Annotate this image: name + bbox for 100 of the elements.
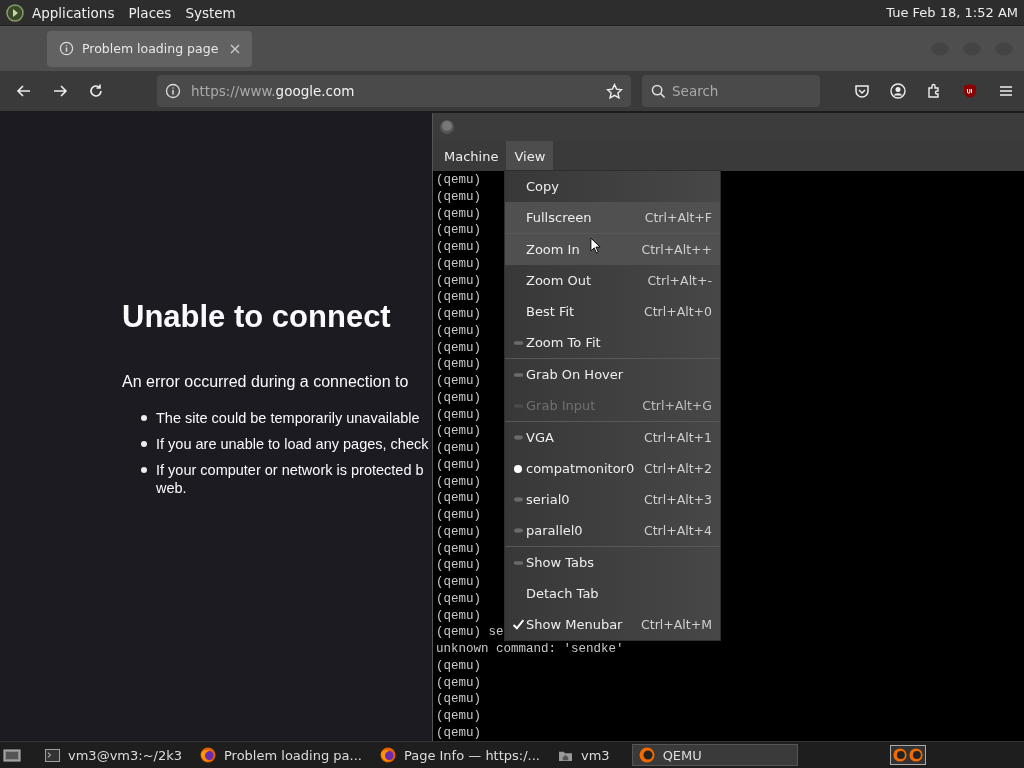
console-line: (qemu) <box>436 407 481 422</box>
console-line: (qemu) <box>436 374 481 388</box>
bullet-icon <box>141 441 147 447</box>
menu-bar-item[interactable]: View <box>506 141 554 171</box>
console-line: (qemu) <box>436 575 481 589</box>
menu-bar-item[interactable]: Machine <box>436 141 507 171</box>
qemu-icon <box>893 748 907 762</box>
shortcut-text: Ctrl+Alt+- <box>647 273 712 288</box>
logo-icon[interactable] <box>6 3 24 22</box>
shortcut-text: Ctrl+Alt+M <box>641 617 712 632</box>
search-field[interactable]: Search <box>642 75 820 107</box>
console-line: (qemu) <box>436 709 481 723</box>
window-menu-icon[interactable] <box>439 119 455 135</box>
bullet-icon <box>141 415 147 421</box>
bullet-text: If your computer or network is protected b web. <box>156 461 424 497</box>
show-desktop-icon[interactable] <box>3 747 21 763</box>
menu-item[interactable]: parallel0 Ctrl+Alt+4 <box>505 515 720 546</box>
back-icon[interactable] <box>16 83 32 99</box>
close-icon[interactable] <box>230 43 240 54</box>
console-line: (qemu) <box>436 474 481 489</box>
clock[interactable]: Tue Feb 18, 1:52 AM <box>886 5 1018 20</box>
console-line: (qemu) <box>436 390 481 405</box>
console-line: (qemu) <box>436 223 481 238</box>
console-line: (qemu) <box>436 323 481 338</box>
shortcut-text: Ctrl+Alt+4 <box>643 523 712 538</box>
console-line: (qemu) <box>436 441 481 455</box>
address-bar[interactable]: https://www.google.com <box>157 75 631 107</box>
menu-item[interactable]: serial0 Ctrl+Alt+3 <box>505 484 720 515</box>
shortcut-text: Ctrl+Alt++ <box>641 242 712 257</box>
console-line: (qemu) <box>436 256 481 271</box>
shortcut-text: Ctrl+Alt+G <box>642 398 712 413</box>
url-text: https://www.google.com <box>191 83 355 99</box>
bullet-text: The site could be temporarily unavailable <box>156 409 420 427</box>
menu-item[interactable]: compatmonitor0 Ctrl+Alt+2 <box>505 453 720 484</box>
menu-item[interactable]: Zoom Out Ctrl+Alt+- <box>505 265 720 296</box>
console-line: (qemu) <box>436 457 481 472</box>
panel-menu[interactable]: Places <box>128 4 172 21</box>
taskbar-item[interactable]: QEMU <box>631 744 798 766</box>
menu-item[interactable]: Copy <box>505 171 720 202</box>
console-line: (qemu) <box>436 692 481 707</box>
console-line: (qemu) <box>436 340 481 355</box>
puzzle-icon[interactable] <box>926 83 942 99</box>
account-icon[interactable] <box>890 83 906 99</box>
taskbar-item[interactable]: Page Info — https:/... <box>373 744 546 766</box>
info-icon <box>59 41 74 56</box>
qemu-icon <box>638 747 655 763</box>
info-icon[interactable] <box>165 83 181 99</box>
console-line: (qemu) <box>436 189 481 204</box>
firefox-icon <box>379 747 396 763</box>
shortcut-text: Ctrl+Alt+F <box>644 210 712 225</box>
console-line: (qemu) <box>436 558 481 573</box>
star-icon[interactable] <box>606 82 623 100</box>
taskbar-item[interactable]: vm3@vm3:~/2k3 <box>39 744 188 766</box>
shortcut-text: Ctrl+Alt+3 <box>643 492 712 507</box>
console-line: (qemu) <box>436 608 481 623</box>
console-line: (qemu) <box>436 508 481 522</box>
panel-menu[interactable]: System <box>185 4 236 21</box>
shield-icon[interactable] <box>962 83 978 99</box>
search-icon <box>651 84 666 99</box>
qemu-icon <box>909 748 923 762</box>
bullet-text: If you are unable to load any pages, check <box>156 435 429 453</box>
console-line: (qemu) <box>436 307 481 321</box>
cursor-icon <box>590 237 601 254</box>
bullet-icon <box>141 467 147 473</box>
menu-item[interactable]: Zoom To Fit <box>505 327 720 358</box>
console-line: unknown command: 'sendke' <box>436 642 624 656</box>
menu-item[interactable]: Fullscreen Ctrl+Alt+F <box>505 202 720 233</box>
menu-item[interactable]: Show Tabs <box>505 547 720 578</box>
console-line: (qemu) <box>436 491 481 506</box>
menu-item[interactable]: Best Fit Ctrl+Alt+0 <box>505 296 720 327</box>
menu-icon[interactable] <box>998 83 1014 99</box>
console-line: (qemu) se <box>436 625 504 640</box>
shortcut-text: Ctrl+Alt+0 <box>643 304 712 319</box>
console-line: (qemu) <box>436 173 481 187</box>
console-line: (qemu) <box>436 725 481 740</box>
pocket-icon[interactable] <box>854 83 870 99</box>
console-line: (qemu) <box>436 541 481 556</box>
browser-tab[interactable]: Problem loading page <box>47 30 252 67</box>
reload-icon[interactable] <box>88 83 104 99</box>
console-line: (qemu) <box>436 240 481 254</box>
firefox-icon <box>200 747 216 763</box>
shortcut-text: Ctrl+Alt+2 <box>643 461 712 476</box>
menu-item[interactable]: Show Menubar Ctrl+Alt+M <box>505 609 720 640</box>
console-line: (qemu) <box>436 658 481 673</box>
menu-item[interactable]: Grab On Hover <box>505 359 720 390</box>
terminal-icon <box>45 748 60 762</box>
console-line: (qemu) <box>436 357 481 372</box>
console-line: (qemu) <box>436 591 481 606</box>
taskbar-item[interactable]: Problem loading pa... <box>194 744 368 766</box>
forward-icon[interactable] <box>52 83 68 99</box>
taskbar-item[interactable]: vm3 <box>552 744 616 766</box>
shortcut-text: Ctrl+Alt+1 <box>643 430 712 445</box>
panel-menu[interactable]: Applications <box>32 4 115 21</box>
workspace-switcher[interactable] <box>890 745 926 765</box>
menu-item[interactable]: Detach Tab <box>505 578 720 609</box>
console-line: (qemu) <box>436 424 481 439</box>
menu-item[interactable]: Zoom In Ctrl+Alt++ <box>505 234 720 265</box>
menu-item[interactable]: VGA Ctrl+Alt+1 <box>505 422 720 453</box>
error-title: Unable to connect <box>122 299 392 335</box>
console-line: (qemu) <box>436 206 481 221</box>
